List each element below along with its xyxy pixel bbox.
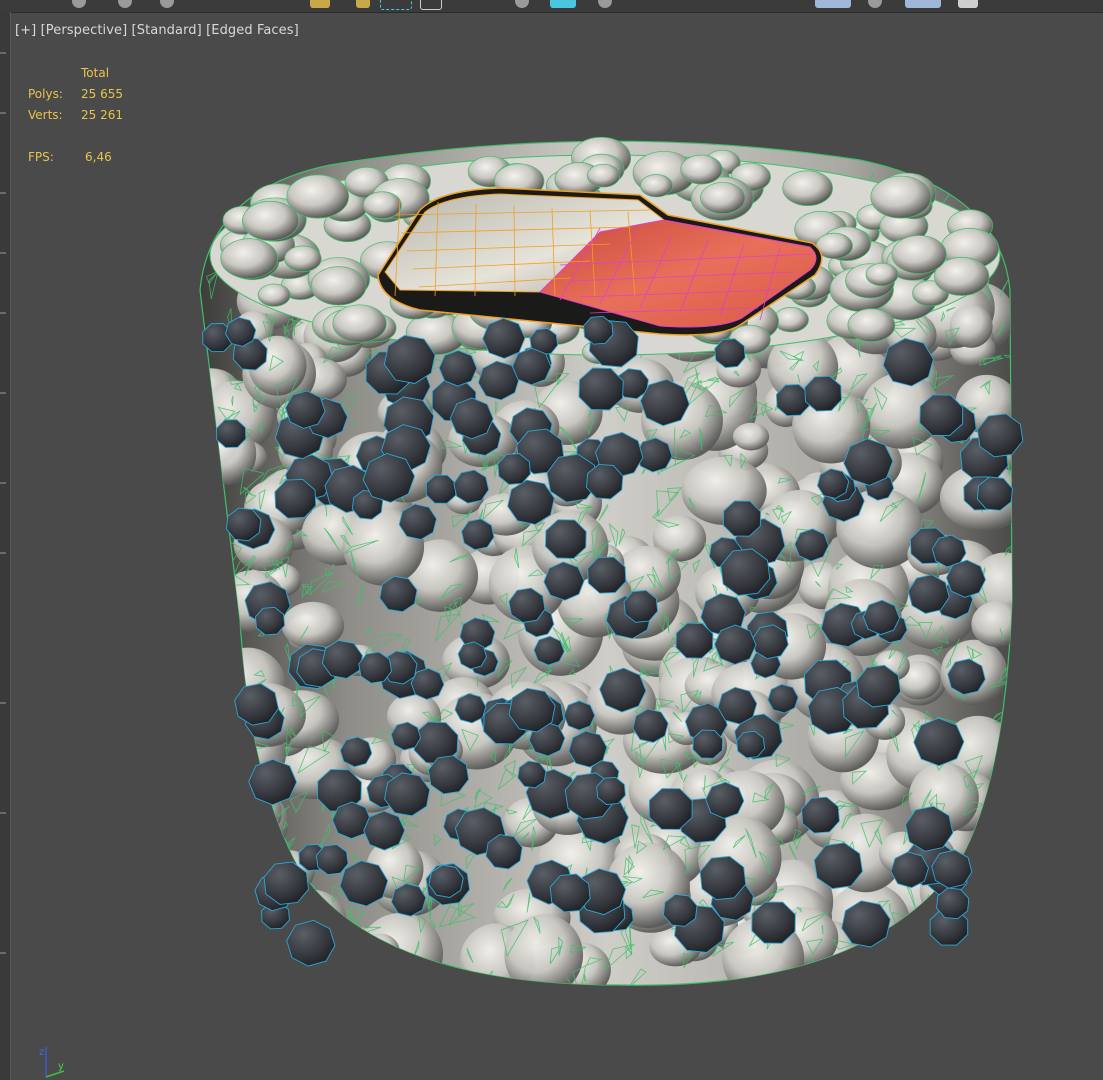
verts-value: 25 261 xyxy=(81,108,123,122)
perspective-viewport[interactable]: [+] [Perspective] [Standard] [Edged Face… xyxy=(11,13,1103,1080)
window-crossing-icon[interactable] xyxy=(420,0,442,10)
left-panel-edge xyxy=(0,12,11,1080)
snap-toggle-icon[interactable] xyxy=(550,0,576,8)
viewport-view-menu[interactable]: [Perspective] xyxy=(41,23,128,38)
toolbar-circle-icon[interactable] xyxy=(118,0,132,8)
axis-z-label: z xyxy=(39,1047,44,1058)
polys-value: 25 655 xyxy=(81,87,123,101)
toolbar-circle-icon[interactable] xyxy=(72,0,86,8)
viewport-shading-menu[interactable]: [Standard] xyxy=(132,23,202,38)
verts-label: Verts: xyxy=(28,108,63,122)
viewport-display-mode-menu[interactable]: [Edged Faces] xyxy=(206,23,299,38)
axis-y-label: y xyxy=(58,1061,64,1072)
toolbar-circle-icon[interactable] xyxy=(515,0,529,8)
3dsmax-app: [+] [Perspective] [Standard] [Edged Face… xyxy=(0,0,1103,1080)
viewport-plus-menu[interactable]: [+] xyxy=(15,23,36,38)
move-icon[interactable] xyxy=(356,0,370,8)
polys-label: Polys: xyxy=(28,87,63,101)
toolbar-button-icon[interactable] xyxy=(958,0,978,8)
named-selection-icon[interactable] xyxy=(815,0,851,8)
select-region-icon[interactable] xyxy=(380,0,412,10)
toolbar-circle-icon[interactable] xyxy=(868,0,882,8)
main-toolbar xyxy=(0,0,1103,13)
sushi-roll-model[interactable] xyxy=(11,13,1103,1080)
fps-value: 6,46 xyxy=(85,150,112,164)
viewport-layout-icon[interactable] xyxy=(905,0,941,8)
toolbar-circle-icon[interactable] xyxy=(598,0,612,8)
toolbar-circle-icon[interactable] xyxy=(160,0,174,8)
axis-gizmo-icon: z y xyxy=(39,1047,65,1078)
stats-header: Total xyxy=(81,66,110,80)
fps-label: FPS: xyxy=(28,150,54,164)
viewport-label-menu[interactable]: [+] [Perspective] [Standard] [Edged Face… xyxy=(15,23,299,38)
select-tool-icon[interactable] xyxy=(310,0,330,8)
